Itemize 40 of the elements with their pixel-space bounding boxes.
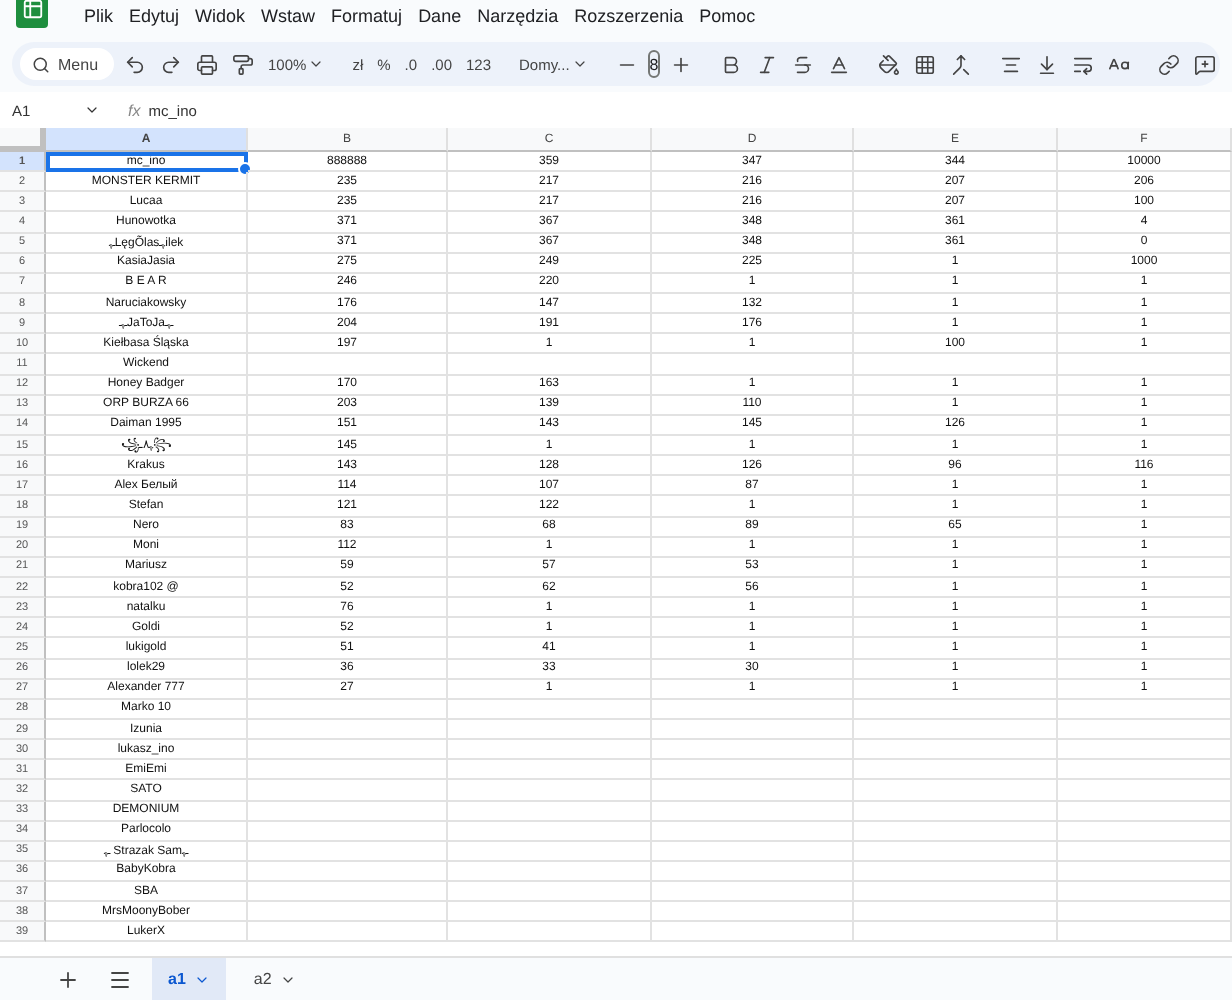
caret-icon <box>308 56 325 72</box>
menu-item[interactable]: Narzędzia <box>469 4 567 28</box>
italic-icon <box>756 53 779 75</box>
menu-item[interactable]: Dane <box>410 4 470 28</box>
print-icon <box>196 53 219 75</box>
text-rotation-icon <box>1108 53 1131 75</box>
sheet-tab[interactable]: a2 <box>237 957 312 1000</box>
menu-icon <box>108 967 132 991</box>
plus-icon <box>670 53 693 75</box>
menu-item[interactable]: Pomoc <box>691 4 764 28</box>
menu-search-field[interactable]: Menu <box>20 48 115 80</box>
align-bottom-icon <box>1036 53 1059 75</box>
font-size-field[interactable]: 8 <box>647 50 661 78</box>
borders-icon <box>914 53 937 75</box>
menu-item[interactable]: Plik <box>76 4 122 28</box>
caret-icon <box>84 102 100 118</box>
sheets-logo <box>16 0 48 28</box>
sheet-tab[interactable]: a1 <box>152 957 226 1000</box>
caret-icon <box>571 56 588 72</box>
strikethrough-icon <box>792 53 815 75</box>
search-icon <box>32 55 50 73</box>
menu-item[interactable]: Formatuj <box>323 4 411 28</box>
paint-roller-icon <box>232 53 255 75</box>
menu-item[interactable]: Edytuj <box>121 4 188 28</box>
menu-item[interactable]: Rozszerzenia <box>566 4 692 28</box>
wrap-text-icon <box>1072 53 1095 75</box>
fx-label: fx <box>128 101 141 119</box>
bold-icon <box>720 53 743 75</box>
undo-icon <box>124 53 147 75</box>
merge-icon <box>950 53 973 75</box>
text-color-icon <box>828 53 851 75</box>
menu-item[interactable]: Wstaw <box>253 4 324 28</box>
fill-handle[interactable] <box>238 162 252 177</box>
align-center-icon <box>1000 53 1023 75</box>
redo-icon <box>160 53 183 75</box>
paint-bucket-icon <box>878 53 901 75</box>
comment-icon <box>1194 53 1217 75</box>
link-icon <box>1158 53 1181 75</box>
menu-item[interactable]: Widok <box>187 4 254 28</box>
plus-icon <box>56 967 80 991</box>
